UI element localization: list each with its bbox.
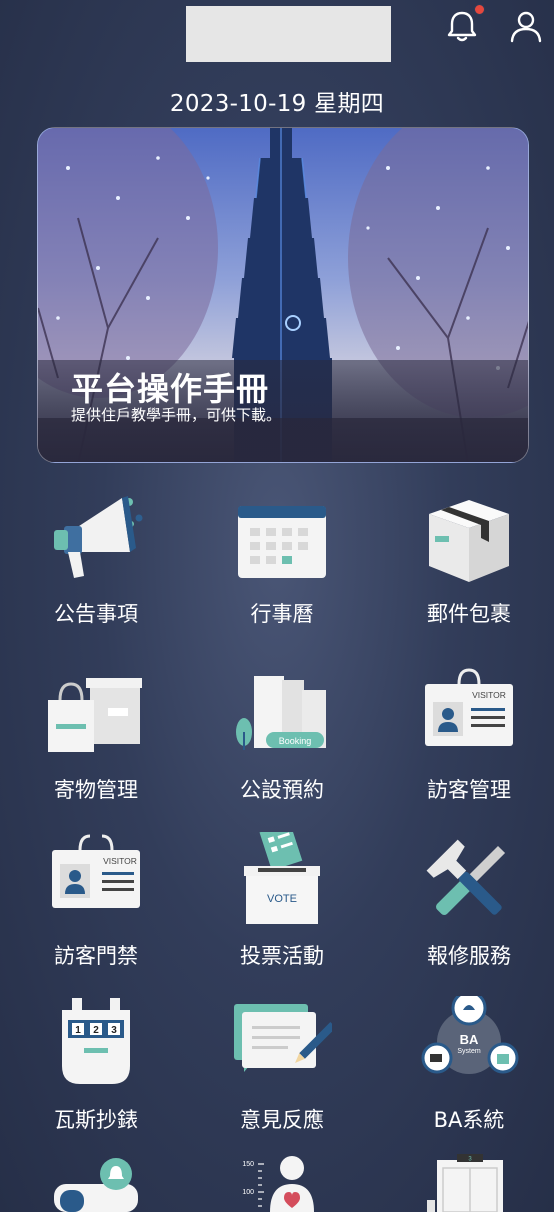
feedback-icon [234,1004,332,1072]
meter-digit: 1 [75,1025,81,1036]
package-icon [429,500,509,582]
menu-calendar[interactable]: 行事曆 [207,490,357,640]
booking-text: Booking [279,736,312,746]
repair-tools-icon [426,839,506,915]
notice-board-icon [54,1158,138,1212]
top-bar [0,0,554,70]
menu-label: BA系統 [433,1108,505,1132]
menu-label: 意見反應 [240,1108,324,1132]
menu-storage[interactable]: 寄物管理 [21,666,171,816]
visitor-access-icon: VISITOR [52,834,140,908]
current-date: 2023-10-19 星期四 [169,91,385,117]
menu-label: 投票活動 [240,944,324,968]
menu-voting[interactable]: VOTE 投票活動 [207,832,357,982]
menu-ba-system[interactable]: BA System BA系統 [394,996,544,1146]
menu-feedback[interactable]: 意見反應 [207,996,357,1146]
menu-repair[interactable]: 報修服務 [394,832,544,982]
menu-partial-2[interactable]: 150 100 [207,1154,357,1212]
calendar-icon [238,506,326,578]
ba-sub-text: System [457,1048,481,1055]
menu-facility-booking[interactable]: Booking 公設預約 [207,666,357,816]
booking-building-icon: Booking [236,676,326,750]
user-icon[interactable] [508,8,544,44]
menu-partial-1[interactable] [21,1154,171,1212]
bell-icon[interactable] [444,8,480,44]
vote-box-icon: VOTE [244,832,320,924]
meter-digit: 2 [93,1025,99,1036]
menu-label: 報修服務 [427,944,511,968]
megaphone-icon [54,496,143,578]
scale-label: 150 [242,1161,254,1168]
menu-label: 行事曆 [250,602,314,626]
scale-label: 100 [242,1189,254,1196]
visitor-badge-icon: VISITOR [425,668,513,746]
visitor-text: VISITOR [103,856,137,866]
elevator-icon: 3 [427,1154,503,1212]
menu-gas-meter[interactable]: 1 2 3 瓦斯抄錶 [21,996,171,1146]
menu-label: 郵件包裹 [427,602,511,626]
gas-meter-icon: 1 2 3 [62,998,130,1084]
manual-banner[interactable]: 平台操作手冊 提供住戶教學手冊，可供下載。 [37,127,529,463]
menu-parcels[interactable]: 郵件包裹 [394,490,544,640]
health-scale-icon: 150 100 [242,1156,314,1212]
logo-placeholder [186,6,391,62]
menu-label: 公設預約 [240,778,324,802]
banner-subtitle: 提供住戶教學手冊，可供下載。 [71,406,282,424]
menu-partial-3[interactable]: 3 [394,1154,544,1212]
notification-dot [474,4,485,15]
meter-digit: 3 [111,1025,117,1036]
ba-system-icon: BA System [421,996,519,1074]
menu-label: 寄物管理 [54,778,138,802]
visitor-text: VISITOR [472,690,506,700]
menu-label: 訪客管理 [427,778,511,802]
menu-visitor-access[interactable]: VISITOR 訪客門禁 [21,832,171,982]
menu-label: 訪客門禁 [54,944,138,968]
menu-label: 公告事項 [54,602,138,626]
storage-bags-icon [48,678,142,752]
menu-label: 瓦斯抄錶 [54,1108,138,1132]
menu-announcements[interactable]: 公告事項 [21,490,171,640]
vote-text: VOTE [267,893,297,905]
menu-visitor-management[interactable]: VISITOR 訪客管理 [394,666,544,816]
ba-title-text: BA [460,1032,479,1047]
